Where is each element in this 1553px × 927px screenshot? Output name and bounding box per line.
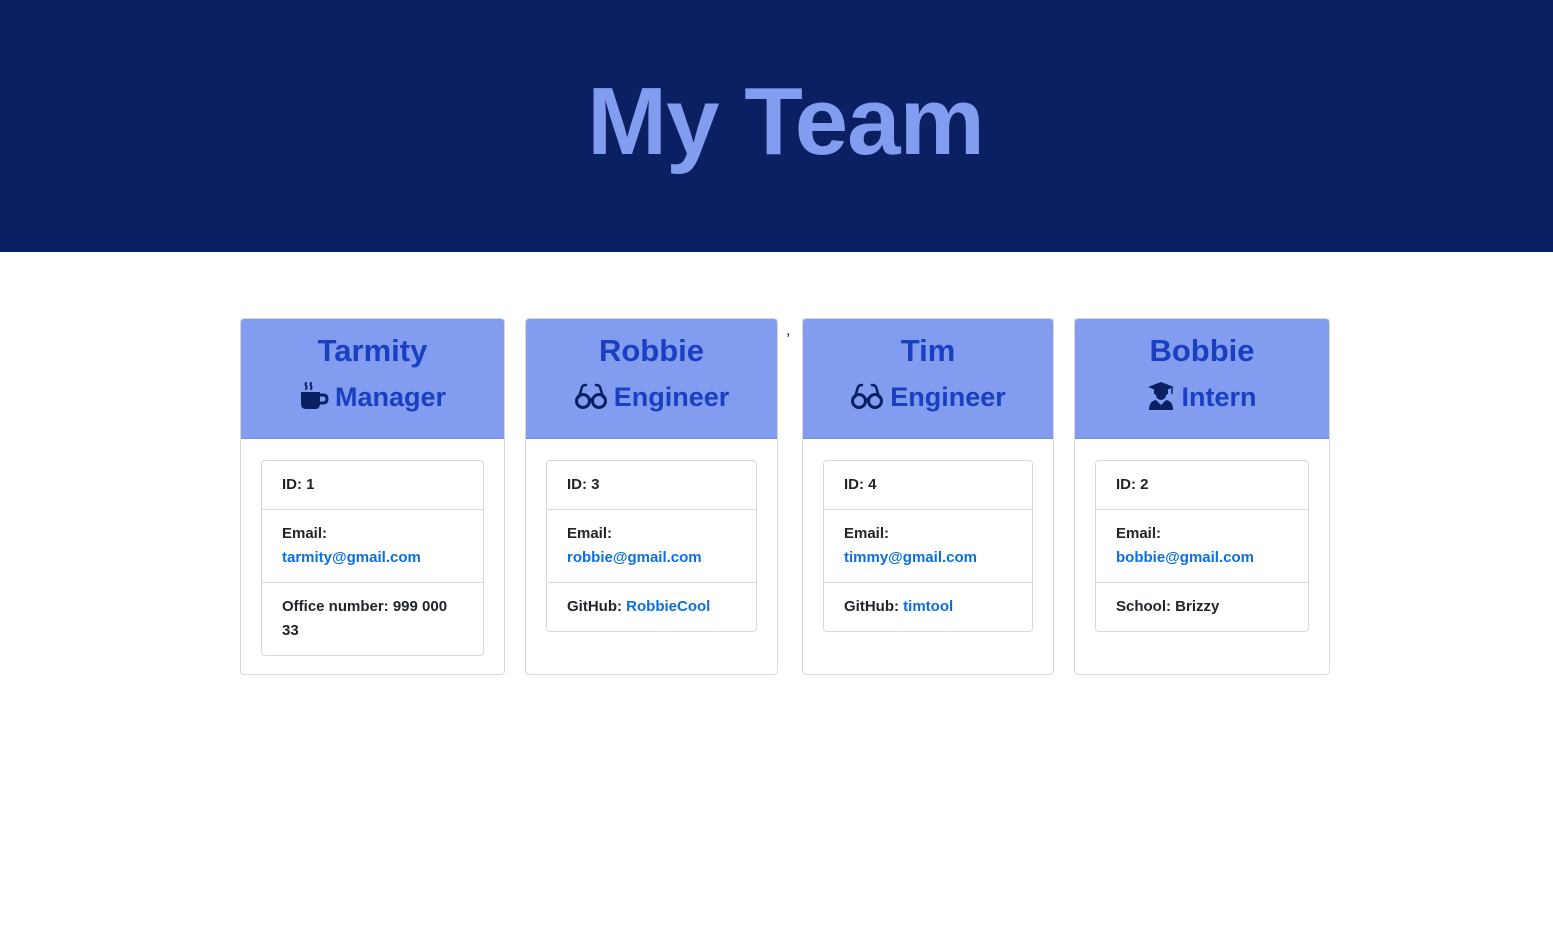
employee-id: ID: 3 (567, 476, 600, 493)
employee-details-list: ID: 4 Email: timmy@gmail.com GitHub: tim… (823, 460, 1033, 632)
email-link[interactable]: timmy@gmail.com (844, 549, 977, 566)
employee-email-row: Email: robbie@gmail.com (547, 509, 756, 582)
employee-details-list: ID: 1 Email: tarmity@gmail.com Office nu… (261, 460, 484, 656)
employee-card-intern: Bobbie Intern ID: 2 Email: bobbie@gmail.… (1074, 318, 1330, 675)
email-link[interactable]: robbie@gmail.com (567, 549, 702, 566)
employee-role-label: Intern (1181, 382, 1257, 412)
employee-id: ID: 1 (282, 476, 315, 493)
employee-name: Bobbie (1149, 333, 1255, 368)
card-header: Robbie Engineer (526, 319, 777, 439)
employee-card-engineer: Robbie Engineer ID: 3 Email: robbie@gmai… (525, 318, 778, 675)
employee-details-list: ID: 2 Email: bobbie@gmail.com School: Br… (1095, 460, 1309, 632)
glasses-icon (574, 383, 608, 409)
email-label: Email: (844, 525, 890, 542)
employee-role-label: Engineer (890, 382, 1006, 412)
employee-details-list: ID: 3 Email: robbie@gmail.com GitHub: Ro… (546, 460, 757, 632)
email-label: Email: (1116, 525, 1162, 542)
employee-role: Engineer (803, 379, 1053, 415)
office-number: Office number: 999 000 33 (262, 582, 483, 655)
employee-role: Manager (241, 379, 504, 415)
email-label: Email: (282, 525, 328, 542)
github-label: GitHub: (844, 598, 904, 615)
github-label: GitHub: (567, 598, 627, 615)
employee-role-label: Manager (334, 382, 447, 412)
card-header: Bobbie Intern (1075, 319, 1329, 439)
card-header: Tim Engineer (803, 319, 1053, 439)
github-row: GitHub: RobbieCool (547, 582, 756, 631)
employee-email-row: Email: bobbie@gmail.com (1096, 509, 1308, 582)
email-link[interactable]: bobbie@gmail.com (1116, 549, 1254, 566)
employee-id: ID: 4 (844, 476, 877, 493)
employee-card-manager: Tarmity Manager ID: 1 Email: tarmity@gma… (240, 318, 505, 675)
employee-name: Robbie (598, 333, 705, 368)
github-link[interactable]: RobbieCool (626, 598, 710, 615)
employee-role-label: Engineer (613, 382, 730, 412)
coffee-mug-icon (299, 381, 329, 410)
github-link[interactable]: timtool (903, 598, 953, 615)
employee-name: Tim (900, 333, 956, 368)
employee-card-engineer: Tim Engineer ID: 4 Email: timmy@gmail.co… (802, 318, 1054, 675)
employee-role: Engineer (526, 379, 777, 415)
employee-email-row: Email: timmy@gmail.com (824, 509, 1032, 582)
stray-comma: , (786, 322, 791, 339)
employee-id: ID: 2 (1116, 476, 1149, 493)
employee-role: Intern (1075, 379, 1329, 415)
page-title: My Team (587, 68, 985, 175)
card-header: Tarmity Manager (241, 319, 504, 439)
email-link[interactable]: tarmity@gmail.com (282, 549, 421, 566)
email-label: Email: (567, 525, 613, 542)
glasses-icon (850, 383, 884, 409)
school-row: School: Brizzy (1096, 582, 1308, 631)
employee-name: Tarmity (317, 333, 428, 368)
header-banner: My Team (0, 0, 1553, 252)
employee-email-row: Email: tarmity@gmail.com (262, 509, 483, 582)
graduate-icon (1147, 381, 1175, 411)
github-row: GitHub: timtool (824, 582, 1032, 631)
